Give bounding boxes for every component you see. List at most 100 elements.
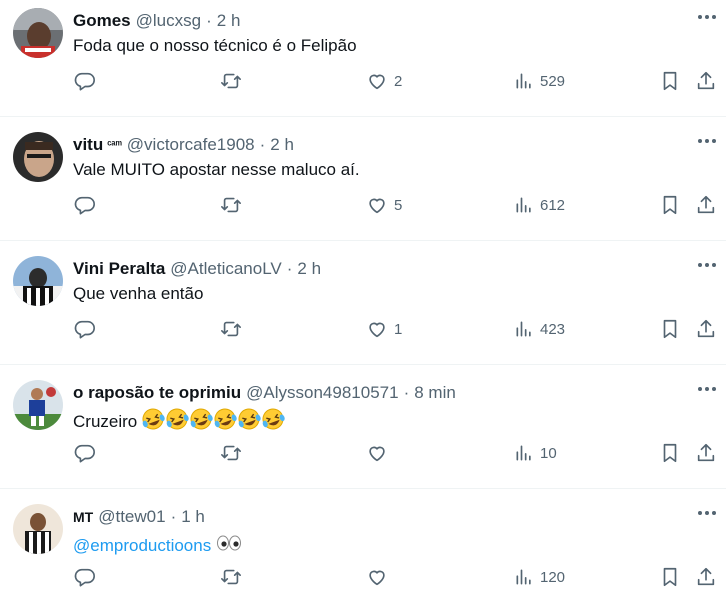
reply-icon <box>74 566 96 588</box>
bookmark-button[interactable] <box>659 562 681 592</box>
bookmark-button[interactable] <box>659 314 681 344</box>
retweet-icon <box>219 318 243 340</box>
share-icon <box>695 318 717 340</box>
views-icon <box>514 194 534 216</box>
views-button[interactable]: 423 <box>514 314 565 344</box>
eyes-emoji-icon <box>217 535 242 551</box>
reply-icon <box>74 442 96 464</box>
tweet-header: vitu ᶜᵃᵐ @victorcafe1908 · 2 h <box>73 133 294 157</box>
user-handle[interactable]: @Alysson49810571 <box>246 383 398 403</box>
retweet-button[interactable] <box>219 66 249 96</box>
avatar[interactable] <box>13 132 63 182</box>
reply-button[interactable] <box>74 314 102 344</box>
views-button[interactable]: 612 <box>514 190 565 220</box>
tweet-header: MT @ttew01 · 1 h <box>73 505 205 529</box>
like-button[interactable] <box>366 562 394 592</box>
share-button[interactable] <box>695 314 717 344</box>
like-button[interactable]: 1 <box>366 314 402 344</box>
display-name[interactable]: Gomes <box>73 11 131 31</box>
reply-button[interactable] <box>74 190 102 220</box>
laughing-tears-emoji-icon <box>238 408 261 430</box>
retweet-button[interactable] <box>219 438 249 468</box>
mention-link[interactable]: @emproductioons <box>73 536 211 555</box>
bookmark-button[interactable] <box>659 190 681 220</box>
tweet-header: Gomes @lucxsg · 2 h <box>73 9 240 33</box>
laughing-tears-emoji-icon <box>214 408 237 430</box>
share-button[interactable] <box>695 190 717 220</box>
timestamp[interactable]: 2 h <box>217 11 241 31</box>
laughing-tears-emoji-icon <box>142 408 165 430</box>
views-button[interactable]: 529 <box>514 66 565 96</box>
tweet-header: Vini Peralta @AtleticanoLV · 2 h <box>73 257 321 281</box>
retweet-button[interactable] <box>219 562 249 592</box>
retweet-button[interactable] <box>219 190 249 220</box>
retweet-button[interactable] <box>219 314 249 344</box>
share-icon <box>695 70 717 92</box>
separator-dot: · <box>170 507 177 526</box>
like-button[interactable] <box>366 438 394 468</box>
like-button[interactable]: 5 <box>366 190 402 220</box>
timestamp[interactable]: 1 h <box>181 507 205 527</box>
more-icon[interactable] <box>698 137 716 145</box>
name-badge: ᶜᵃᵐ <box>107 139 122 151</box>
heart-icon <box>366 194 388 216</box>
retweet-icon <box>219 70 243 92</box>
tweet-text: Cruzeiro <box>73 412 138 431</box>
tweet[interactable]: Gomes @lucxsg · 2 h Foda que o nosso téc… <box>0 0 726 117</box>
tweet[interactable]: MT @ttew01 · 1 h @emproductioons 120 <box>0 496 726 612</box>
views-icon <box>514 318 534 340</box>
laughing-tears-emoji-icon <box>262 408 285 430</box>
tweet-text: Vale MUITO apostar nesse maluco aí. <box>73 160 360 179</box>
separator-dot: · <box>403 383 410 402</box>
timestamp[interactable]: 2 h <box>270 135 294 155</box>
reply-icon <box>74 318 96 340</box>
user-handle[interactable]: @victorcafe1908 <box>127 135 255 155</box>
more-icon[interactable] <box>698 509 716 517</box>
avatar[interactable] <box>13 8 63 58</box>
action-bar: 1 423 <box>0 314 726 344</box>
more-icon[interactable] <box>698 13 716 21</box>
action-bar: 2 529 <box>0 66 726 96</box>
reply-button[interactable] <box>74 438 102 468</box>
share-icon <box>695 194 717 216</box>
tweet[interactable]: o raposão te oprimiu @Alysson49810571 · … <box>0 372 726 489</box>
user-handle[interactable]: @ttew01 <box>98 507 165 527</box>
avatar[interactable] <box>13 380 63 430</box>
share-button[interactable] <box>695 438 717 468</box>
display-name[interactable]: vitu <box>73 135 103 155</box>
avatar[interactable] <box>13 256 63 306</box>
tweet[interactable]: vitu ᶜᵃᵐ @victorcafe1908 · 2 h Vale MUIT… <box>0 124 726 241</box>
bookmark-button[interactable] <box>659 438 681 468</box>
views-button[interactable]: 120 <box>514 562 565 592</box>
reply-button[interactable] <box>74 562 102 592</box>
reply-button[interactable] <box>74 66 102 96</box>
tweet[interactable]: Vini Peralta @AtleticanoLV · 2 h Que ven… <box>0 248 726 365</box>
user-handle[interactable]: @lucxsg <box>136 11 201 31</box>
timestamp[interactable]: 2 h <box>297 259 321 279</box>
laughing-tears-emoji-icon <box>166 408 189 430</box>
display-name[interactable]: Vini Peralta <box>73 259 165 279</box>
timestamp[interactable]: 8 min <box>414 383 456 403</box>
bookmark-icon <box>659 318 681 340</box>
more-icon[interactable] <box>698 385 716 393</box>
view-count: 423 <box>540 320 566 338</box>
action-bar: 5 612 <box>0 190 726 220</box>
bookmark-icon <box>659 70 681 92</box>
like-count: 2 <box>394 72 403 90</box>
share-button[interactable] <box>695 562 717 592</box>
share-button[interactable] <box>695 66 717 96</box>
heart-icon <box>366 318 388 340</box>
like-button[interactable]: 2 <box>366 66 402 96</box>
share-icon <box>695 566 717 588</box>
display-name[interactable]: MT <box>73 509 93 525</box>
more-icon[interactable] <box>698 261 716 269</box>
user-handle[interactable]: @AtleticanoLV <box>170 259 281 279</box>
views-button[interactable]: 10 <box>514 438 557 468</box>
heart-icon <box>366 566 388 588</box>
tweet-text: Foda que o nosso técnico é o Felipão <box>73 36 357 55</box>
display-name[interactable]: o raposão te oprimiu <box>73 383 241 403</box>
avatar[interactable] <box>13 504 63 554</box>
emoji-row <box>142 408 286 430</box>
bookmark-button[interactable] <box>659 66 681 96</box>
views-icon <box>514 442 534 464</box>
